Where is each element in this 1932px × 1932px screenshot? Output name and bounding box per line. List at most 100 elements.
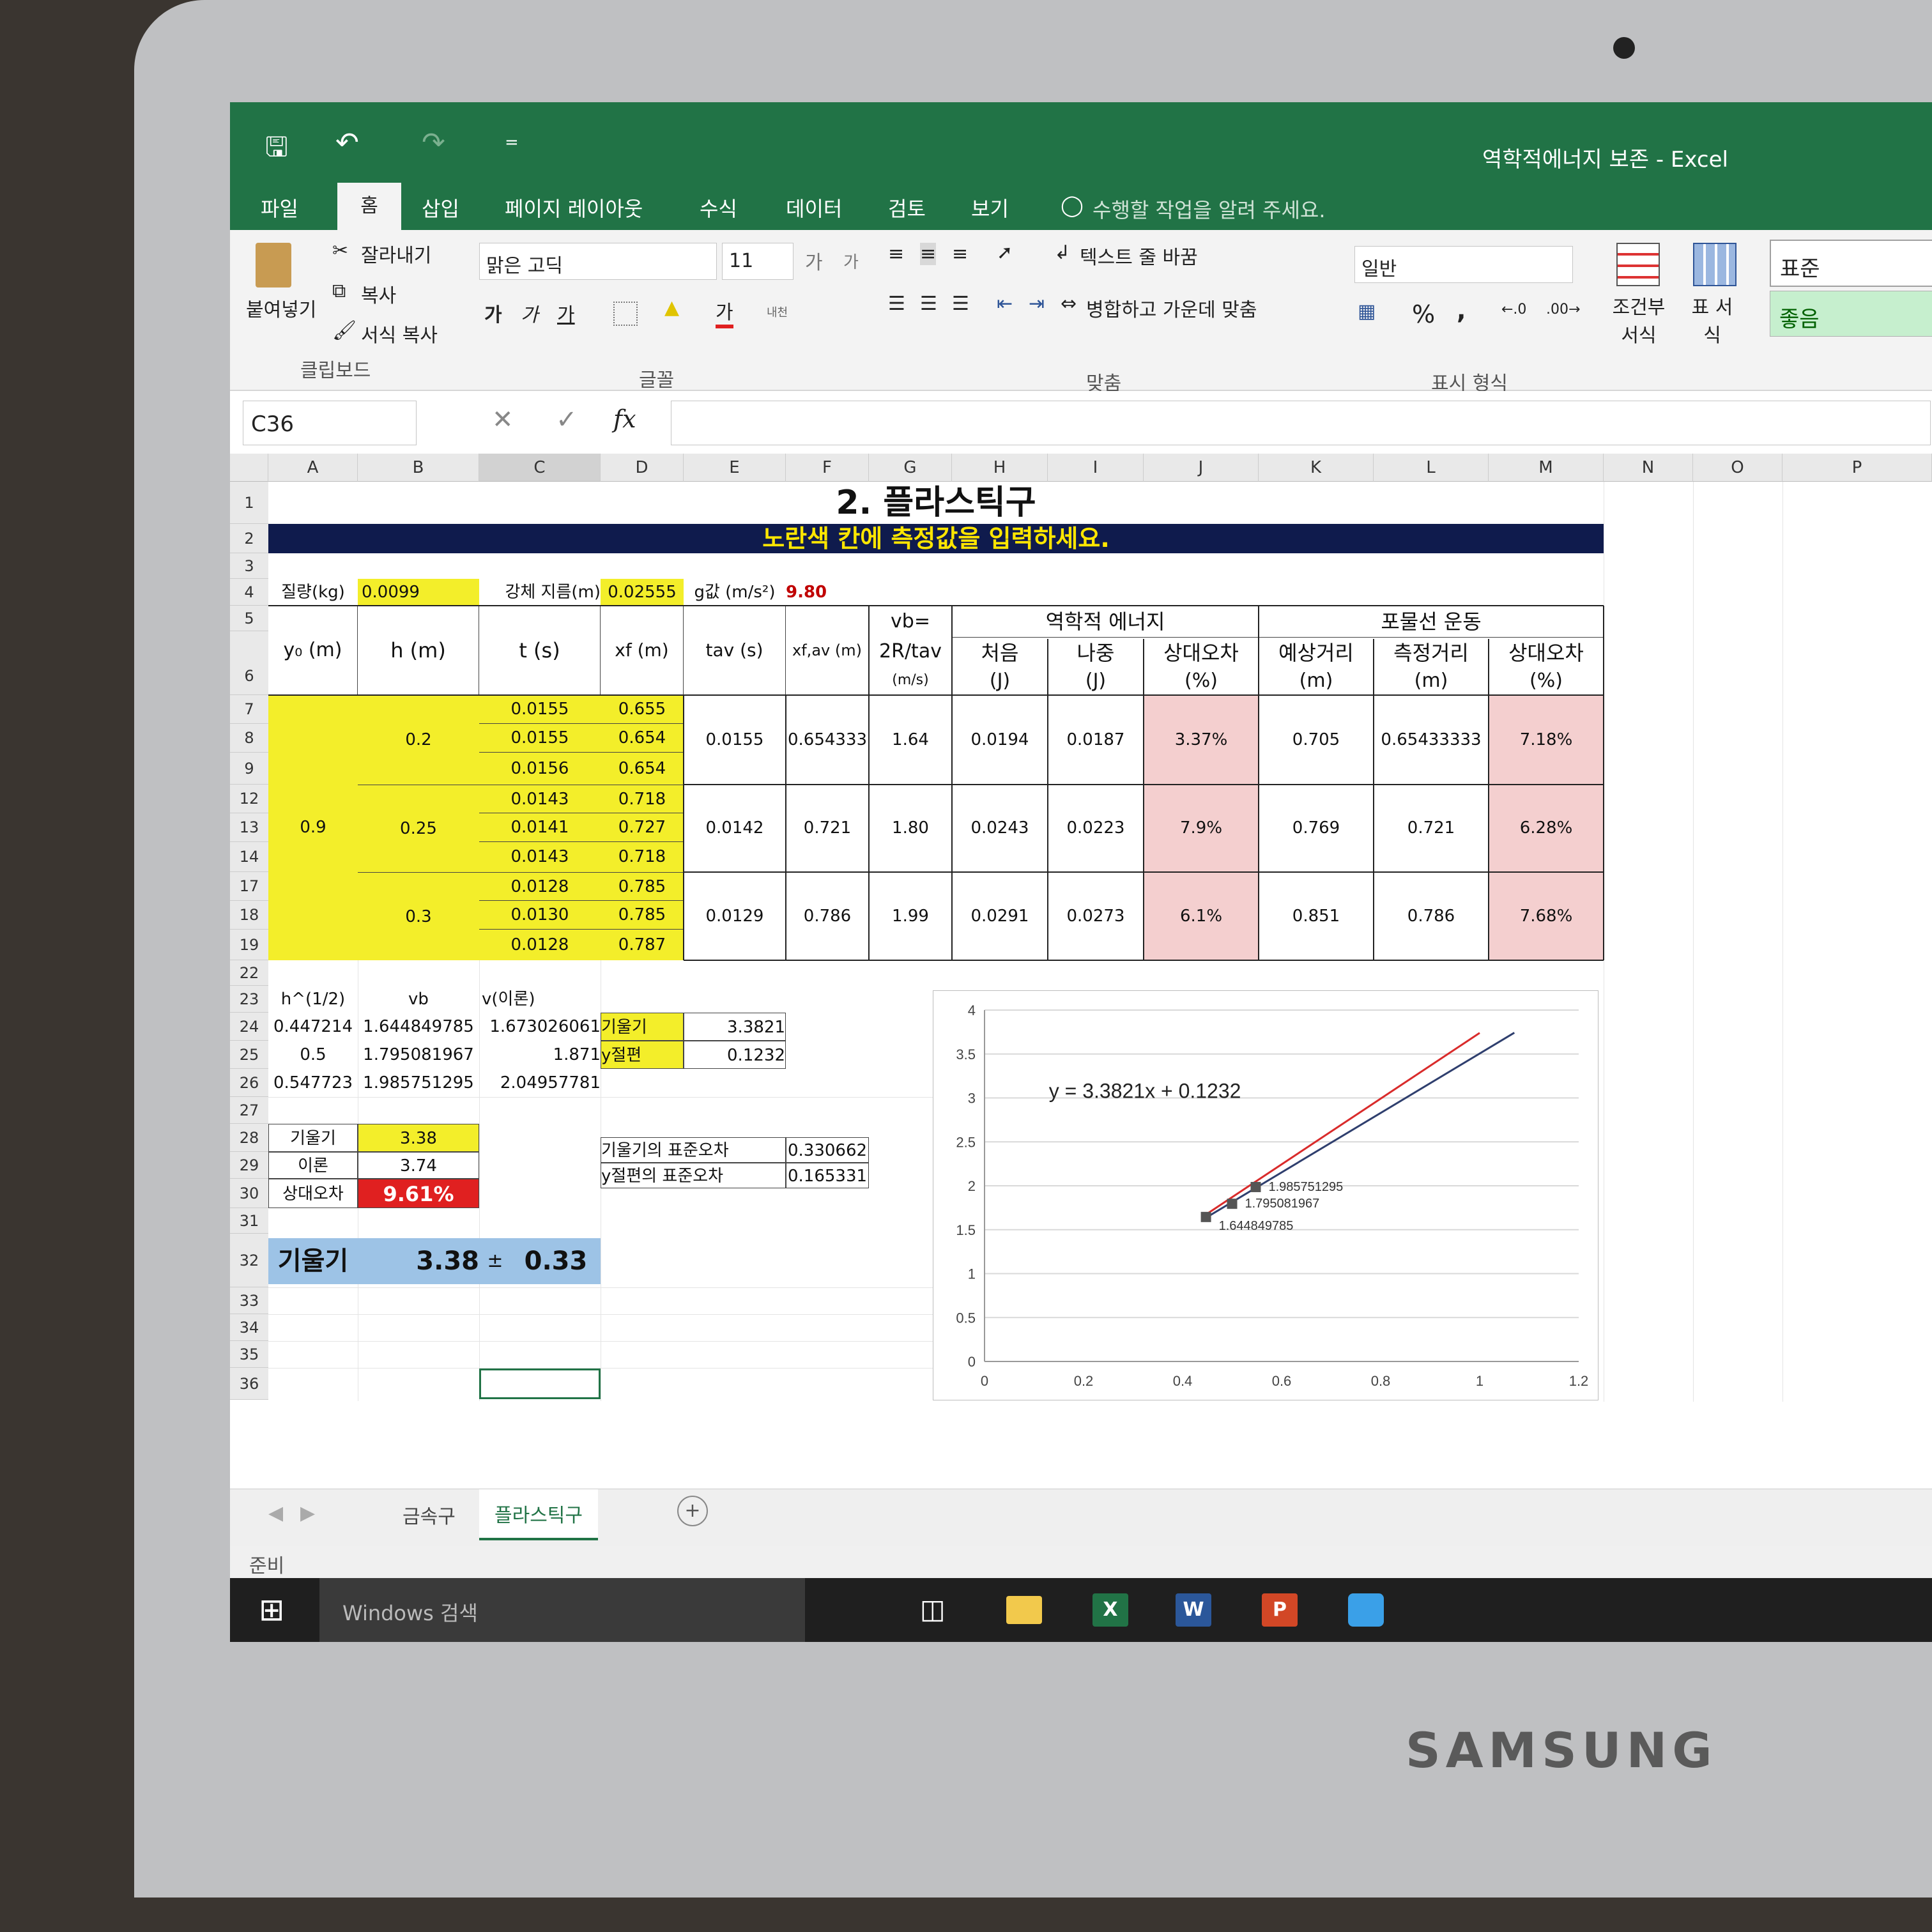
xf-value[interactable]: 0.785 — [601, 901, 684, 930]
xfav-value[interactable]: 0.654333 — [786, 695, 869, 785]
xf-value[interactable]: 0.654 — [601, 753, 684, 785]
add-sheet-button[interactable]: + — [677, 1496, 708, 1526]
final-slope-value[interactable]: 3.38 — [358, 1238, 479, 1284]
xf-value[interactable]: 0.718 — [601, 785, 684, 813]
cut-icon[interactable]: ✂ — [332, 240, 348, 262]
copy-icon[interactable]: ⧉ — [332, 280, 346, 302]
t-value[interactable]: 0.0155 — [479, 724, 601, 753]
font-name-box[interactable]: 맑은 고딕 — [479, 243, 717, 280]
merge-center-button[interactable]: 병합하고 가운데 맞춤 — [1086, 294, 1257, 322]
distance-rel-error[interactable]: 6.28% — [1489, 785, 1604, 872]
task-view-icon[interactable]: ◫ — [920, 1593, 946, 1625]
row-header[interactable]: 5 — [230, 606, 268, 631]
column-header[interactable]: B — [358, 454, 479, 482]
regression-yint-value[interactable]: 0.1232 — [684, 1041, 786, 1069]
number-format-box[interactable]: 일반 — [1354, 246, 1573, 283]
xf-value[interactable]: 0.655 — [601, 695, 684, 724]
conditional-format-icon[interactable] — [1616, 243, 1660, 286]
column-header[interactable]: J — [1144, 454, 1259, 482]
std-err-yint-value[interactable]: 0.165331 — [786, 1163, 869, 1188]
row-header[interactable]: 28 — [230, 1124, 268, 1152]
font-size-box[interactable]: 11 — [722, 243, 793, 280]
column-header[interactable]: N — [1604, 454, 1693, 482]
word-icon[interactable]: W — [1176, 1593, 1211, 1627]
first-energy[interactable]: 0.0291 — [952, 872, 1048, 960]
row-header[interactable]: 1 — [230, 482, 268, 524]
calc-cell[interactable]: 2.04957781 — [479, 1069, 601, 1097]
column-header[interactable]: A — [268, 454, 358, 482]
row-header[interactable]: 14 — [230, 842, 268, 872]
column-header[interactable]: F — [786, 454, 869, 482]
t-value[interactable]: 0.0141 — [479, 813, 601, 842]
distance-rel-error[interactable]: 7.68% — [1489, 872, 1604, 960]
row-header[interactable]: 26 — [230, 1069, 268, 1097]
vb-value[interactable]: 1.80 — [869, 785, 952, 872]
increase-decimal-icon[interactable]: ←.0 — [1501, 302, 1526, 318]
italic-button[interactable]: 가 — [521, 299, 539, 327]
row-header[interactable]: 34 — [230, 1314, 268, 1341]
scroll-left-icon[interactable]: ◀ — [268, 1502, 283, 1524]
first-energy[interactable]: 0.0243 — [952, 785, 1048, 872]
distance-rel-error[interactable]: 7.18% — [1489, 695, 1604, 785]
row-header[interactable]: 13 — [230, 813, 268, 842]
comma-button[interactable]: , — [1457, 296, 1466, 325]
calc-cell[interactable]: 1.644849785 — [358, 1013, 479, 1041]
row-header[interactable]: 36 — [230, 1368, 268, 1400]
orientation-icon[interactable]: ➚ — [997, 241, 1013, 264]
row-header[interactable]: 8 — [230, 724, 268, 753]
name-box[interactable]: C36 — [243, 401, 417, 445]
style-good[interactable]: 좋음 — [1770, 291, 1932, 337]
column-header[interactable]: G — [869, 454, 952, 482]
accounting-icon[interactable]: ▦ — [1358, 300, 1376, 323]
formula-input[interactable] — [671, 401, 1931, 445]
row-header[interactable]: 22 — [230, 960, 268, 986]
windows-start-icon[interactable]: ⊞ — [259, 1592, 284, 1628]
h-value-3[interactable]: 0.3 — [358, 872, 479, 960]
tab-file[interactable]: 파일 — [261, 193, 298, 222]
row-header[interactable]: 23 — [230, 986, 268, 1013]
calc-cell[interactable]: 1.795081967 — [358, 1041, 479, 1069]
worksheet-grid[interactable]: A B C D E F G H I J K L M N O P 1 2 3 4 … — [230, 454, 1932, 1489]
merge-icon[interactable]: ⇔ — [1061, 293, 1077, 315]
t-value[interactable]: 0.0155 — [479, 695, 601, 724]
row-header[interactable]: 32 — [230, 1234, 268, 1287]
calc-cell[interactable]: 0.447214 — [268, 1013, 358, 1041]
g-value[interactable]: 9.80 — [786, 579, 869, 606]
row-header[interactable]: 24 — [230, 1013, 268, 1041]
cancel-icon[interactable]: ✕ — [492, 405, 514, 434]
t-value[interactable]: 0.0128 — [479, 930, 601, 960]
align-left-icon[interactable]: ☰ — [888, 293, 905, 315]
copy-button[interactable]: 복사 — [361, 280, 396, 308]
column-header[interactable]: E — [684, 454, 786, 482]
h-value-1[interactable]: 0.2 — [358, 695, 479, 785]
decrease-decimal-icon[interactable]: .00→ — [1546, 302, 1580, 318]
row-header[interactable]: 25 — [230, 1041, 268, 1069]
y0-value[interactable]: 0.9 — [268, 695, 358, 960]
shrink-font-button[interactable]: 가 — [843, 249, 859, 273]
xf-value[interactable]: 0.787 — [601, 930, 684, 960]
select-all[interactable] — [230, 454, 268, 482]
grow-font-button[interactable]: 가 — [805, 247, 823, 275]
sheet-tab-metal[interactable]: 금속구 — [390, 1496, 468, 1534]
phonetic-button[interactable]: 내천 — [767, 303, 788, 320]
table-format-button[interactable]: 표 서식 — [1687, 294, 1738, 350]
xf-value[interactable]: 0.727 — [601, 813, 684, 842]
wrap-text-icon[interactable]: ↲ — [1054, 241, 1070, 264]
slope-value[interactable]: 3.38 — [358, 1124, 479, 1152]
selected-cell[interactable] — [479, 1368, 601, 1399]
row-header[interactable]: 17 — [230, 872, 268, 901]
font-color-button[interactable]: 가 — [716, 296, 733, 328]
undo-icon[interactable]: ↶ — [335, 126, 359, 159]
cut-button[interactable]: 잘라내기 — [361, 240, 431, 268]
increase-indent-icon[interactable]: ⇥ — [1029, 293, 1045, 315]
insert-function-button[interactable]: fx — [613, 405, 636, 433]
calc-cell[interactable]: 0.547723 — [268, 1069, 358, 1097]
predicted-distance[interactable]: 0.705 — [1259, 695, 1374, 785]
tav-value[interactable]: 0.0129 — [684, 872, 786, 960]
energy-rel-error[interactable]: 6.1% — [1144, 872, 1259, 960]
tab-review[interactable]: 검토 — [888, 193, 926, 222]
decrease-indent-icon[interactable]: ⇤ — [997, 293, 1013, 315]
diameter-value[interactable]: 0.02555 — [601, 579, 684, 606]
vb-value[interactable]: 1.64 — [869, 695, 952, 785]
row-header[interactable]: 30 — [230, 1179, 268, 1208]
